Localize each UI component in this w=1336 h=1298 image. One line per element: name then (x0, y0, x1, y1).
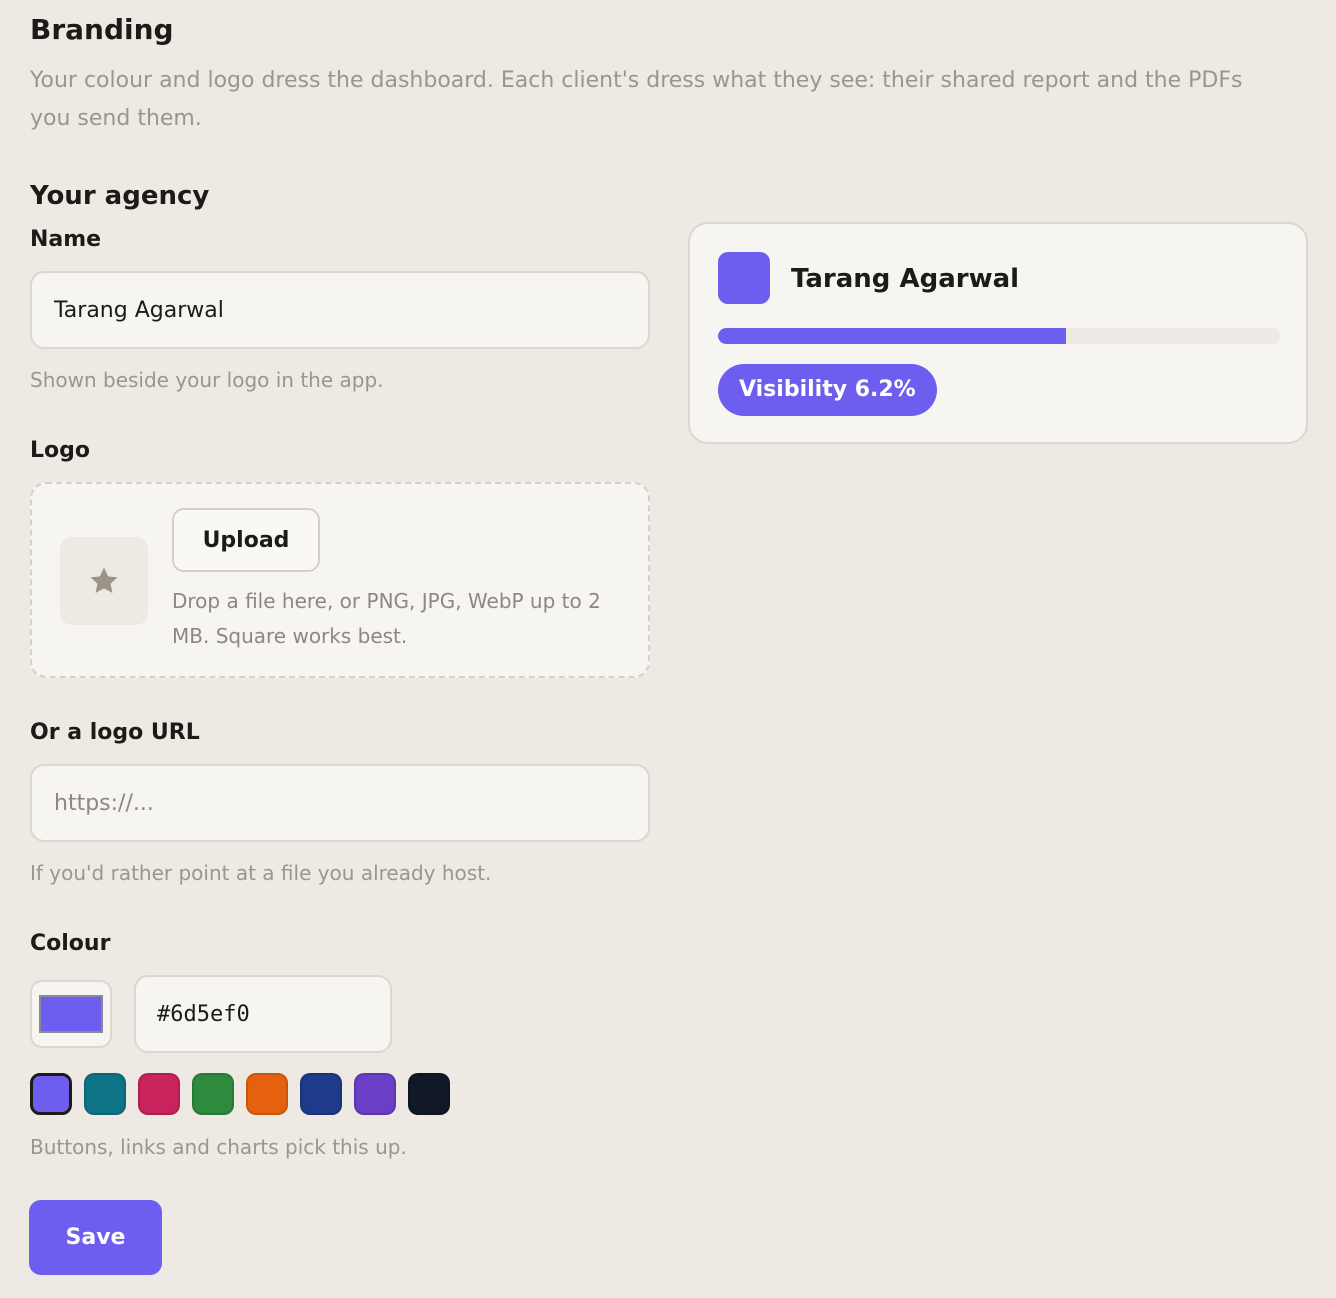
colour-preset-swatch[interactable] (246, 1073, 288, 1115)
name-label: Name (30, 227, 102, 252)
colour-picker[interactable] (30, 980, 112, 1048)
star-icon (90, 567, 118, 594)
colour-swatch (39, 995, 103, 1033)
upload-button[interactable]: Upload (172, 508, 320, 572)
name-hint: Shown beside your logo in the app. (30, 368, 384, 392)
colour-preset-swatch[interactable] (300, 1073, 342, 1115)
logo-placeholder (60, 537, 148, 625)
page-title: Branding (30, 13, 174, 46)
branding-preview-card: Tarang Agarwal Visibility 6.2% (688, 222, 1308, 444)
colour-preset-swatch[interactable] (354, 1073, 396, 1115)
colour-preset-swatch[interactable] (30, 1073, 72, 1115)
logo-url-input[interactable] (30, 764, 650, 842)
branding-settings-page: Branding Your colour and logo dress the … (0, 0, 1336, 1298)
colour-hint: Buttons, links and charts pick this up. (30, 1135, 407, 1159)
logo-label: Logo (30, 438, 90, 463)
logo-dropzone[interactable]: Upload Drop a file here, or PNG, JPG, We… (30, 482, 650, 678)
colour-presets (30, 1073, 450, 1115)
colour-label: Colour (30, 931, 111, 956)
logo-url-hint: If you'd rather point at a file you alre… (30, 861, 492, 885)
preview-agency-name: Tarang Agarwal (791, 264, 1020, 294)
logo-url-label: Or a logo URL (30, 720, 200, 745)
save-button[interactable]: Save (29, 1200, 162, 1275)
section-title-your-agency: Your agency (30, 181, 210, 211)
colour-preset-swatch[interactable] (84, 1073, 126, 1115)
colour-hex-input[interactable] (134, 975, 392, 1053)
colour-preset-swatch[interactable] (138, 1073, 180, 1115)
agency-name-input[interactable] (30, 271, 650, 349)
preview-logo (718, 252, 770, 304)
dropzone-hint: Drop a file here, or PNG, JPG, WebP up t… (172, 589, 601, 648)
preview-progress-bar (718, 328, 1280, 344)
colour-preset-swatch[interactable] (192, 1073, 234, 1115)
page-description: Your colour and logo dress the dashboard… (30, 68, 1243, 131)
preview-progress-fill (718, 328, 1067, 344)
colour-preset-swatch[interactable] (408, 1073, 450, 1115)
preview-visibility-badge: Visibility 6.2% (718, 364, 937, 416)
